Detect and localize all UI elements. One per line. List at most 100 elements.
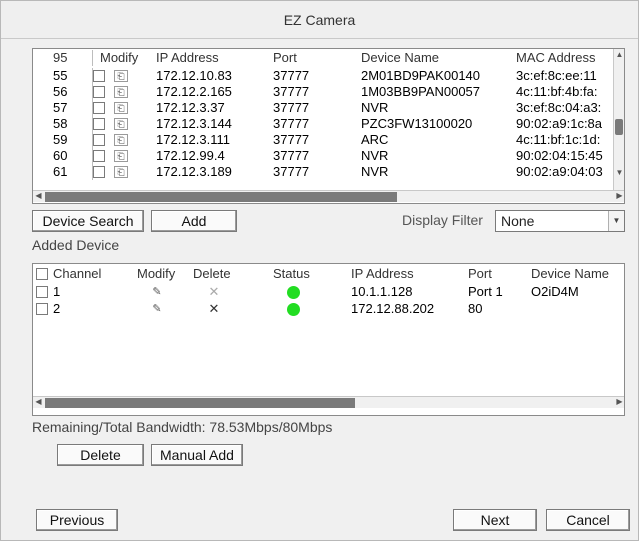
added-table-header: Channel Modify Delete Status IP Address …	[33, 266, 624, 282]
scroll-thumb-horizontal[interactable]	[45, 398, 355, 408]
scroll-right-icon[interactable]: ▶	[614, 396, 624, 408]
delete-button[interactable]: Delete	[57, 444, 144, 466]
bandwidth-text: Remaining/Total Bandwidth: 78.53Mbps/80M…	[32, 419, 333, 435]
header-port: Port	[468, 266, 492, 281]
row-port: 37777	[273, 148, 310, 163]
search-vertical-scrollbar[interactable]: ▲ ▼	[613, 49, 624, 191]
header-modify: Modify	[137, 266, 176, 281]
row-channel: 1	[53, 284, 61, 299]
row-checkbox[interactable]	[36, 286, 48, 298]
scroll-left-icon[interactable]: ◀	[33, 190, 44, 202]
added-device-label: Added Device	[32, 237, 120, 253]
previous-button[interactable]: Previous	[36, 509, 118, 531]
row-ip: 172.12.99.4	[156, 148, 225, 163]
row-checkbox[interactable]	[36, 303, 48, 315]
row-checkbox[interactable]	[93, 118, 105, 130]
row-mac: 3c:ef:8c:04:a3:	[516, 100, 602, 115]
row-mac: 90:02:a9:1c:8a	[516, 116, 603, 131]
row-mac: 4c:11:bf:1c:1d:	[516, 132, 601, 147]
table-row[interactable]: 58 ⎗ 172.12.3.144 37777 PZC3FW13100020 90:02:…	[33, 116, 613, 132]
row-mac: 3c:ef:8c:ee:11	[516, 68, 597, 83]
row-device-name: ARC	[361, 132, 389, 147]
cancel-button[interactable]: Cancel	[546, 509, 630, 531]
row-ip: 172.12.2.165	[156, 84, 232, 99]
row-checkbox[interactable]	[93, 166, 105, 178]
status-indicator	[287, 303, 300, 316]
row-device-name: 2M01BD9PAK00140	[361, 68, 481, 83]
search-results-table[interactable]: 95 Modify IP Address Port Device Name MA…	[32, 48, 625, 204]
table-row[interactable]: 55 ⎗ 172.12.10.83 37777 2M01BD9PAK00140 3c:ef…	[33, 68, 613, 84]
search-horizontal-scrollbar[interactable]: ◀ ▶	[33, 190, 624, 202]
delete-x-icon[interactable]: ✕	[207, 301, 221, 317]
pencil-icon[interactable]: ✎	[150, 301, 164, 317]
table-row[interactable]: 60 ⎗ 172.12.99.4 37777 NVR 90:02:04:15:45	[33, 148, 613, 164]
row-port: Port 1	[468, 284, 503, 299]
row-port: 37777	[273, 84, 310, 99]
table-row[interactable]: 2 ✎ ✕ 172.12.88.202 80	[33, 301, 624, 317]
row-index: 60	[53, 148, 68, 163]
header-device-name: Device Name	[361, 50, 440, 65]
row-device-name: PZC3FW13100020	[361, 116, 473, 131]
scroll-down-icon[interactable]: ▼	[614, 167, 624, 179]
row-device-name: 1M03BB9PAN00057	[361, 84, 481, 99]
search-table-header: 95 Modify IP Address Port Device Name MA…	[33, 50, 613, 66]
device-search-button[interactable]: Device Search	[32, 210, 144, 232]
display-filter-label: Display Filter	[402, 212, 483, 228]
edit-icon[interactable]: ⎗	[114, 134, 128, 146]
row-index: 56	[53, 84, 68, 99]
scroll-thumb[interactable]	[615, 119, 623, 135]
edit-icon[interactable]: ⎗	[114, 150, 128, 162]
row-index: 58	[53, 116, 68, 131]
row-mac: 90:02:a9:04:03	[516, 164, 603, 179]
select-all-checkbox[interactable]	[36, 268, 48, 280]
row-index: 61	[53, 164, 68, 179]
header-channel: Channel	[53, 266, 102, 281]
row-mac: 90:02:04:15:45	[516, 148, 603, 163]
added-horizontal-scrollbar[interactable]: ◀ ▶	[33, 396, 624, 408]
row-port: 37777	[273, 132, 310, 147]
table-row[interactable]: 59 ⎗ 172.12.3.111 37777 ARC 4c:11:bf:1c:1d:	[33, 132, 613, 148]
table-row[interactable]: 61 ⎗ 172.12.3.189 37777 NVR 90:02:a9:04:03	[33, 164, 613, 180]
display-filter-select[interactable]: None ▼	[495, 210, 625, 232]
row-index: 57	[53, 100, 68, 115]
table-row[interactable]: 57 ⎗ 172.12.3.37 37777 NVR 3c:ef:8c:04:a3:	[33, 100, 613, 116]
row-ip: 172.12.3.37	[156, 100, 225, 115]
row-device-name: NVR	[361, 164, 389, 179]
row-port: 80	[468, 301, 483, 316]
row-mac: 4c:11:bf:4b:fa:	[516, 84, 598, 99]
row-ip: 172.12.3.111	[156, 132, 230, 147]
edit-icon[interactable]: ⎗	[114, 102, 128, 114]
row-checkbox[interactable]	[93, 150, 105, 162]
row-checkbox[interactable]	[93, 102, 105, 114]
scroll-left-icon[interactable]: ◀	[33, 396, 44, 408]
edit-icon[interactable]: ⎗	[114, 166, 128, 178]
row-ip: 172.12.3.144	[156, 116, 232, 131]
next-button[interactable]: Next	[453, 509, 537, 531]
edit-icon[interactable]: ⎗	[114, 118, 128, 130]
scroll-thumb-horizontal[interactable]	[45, 192, 397, 202]
scroll-right-icon[interactable]: ▶	[614, 190, 624, 202]
header-mac: MAC Address	[516, 50, 596, 65]
delete-x-icon[interactable]: ✕	[207, 284, 221, 300]
row-checkbox[interactable]	[93, 134, 105, 146]
manual-add-button[interactable]: Manual Add	[151, 444, 243, 466]
edit-icon[interactable]: ⎗	[114, 70, 128, 82]
chevron-down-icon[interactable]: ▼	[608, 211, 624, 231]
added-devices-table[interactable]: Channel Modify Delete Status IP Address …	[32, 263, 625, 416]
header-status: Status	[273, 266, 310, 281]
edit-icon[interactable]: ⎗	[114, 86, 128, 98]
pencil-icon[interactable]: ✎	[150, 284, 164, 300]
row-port: 37777	[273, 100, 310, 115]
row-port: 37777	[273, 116, 310, 131]
row-checkbox[interactable]	[93, 86, 105, 98]
row-device-name: NVR	[361, 148, 389, 163]
add-button[interactable]: Add	[151, 210, 237, 232]
scroll-up-icon[interactable]: ▲	[614, 49, 624, 61]
table-row[interactable]: 1 ✎ ✕ 10.1.1.128 Port 1 O2iD4M	[33, 284, 624, 300]
header-index: 95	[53, 50, 68, 65]
display-filter-value: None	[501, 213, 535, 229]
table-row[interactable]: 56 ⎗ 172.12.2.165 37777 1M03BB9PAN00057 4c:11…	[33, 84, 613, 100]
header-port: Port	[273, 50, 297, 65]
row-checkbox[interactable]	[93, 70, 105, 82]
status-indicator	[287, 286, 300, 299]
